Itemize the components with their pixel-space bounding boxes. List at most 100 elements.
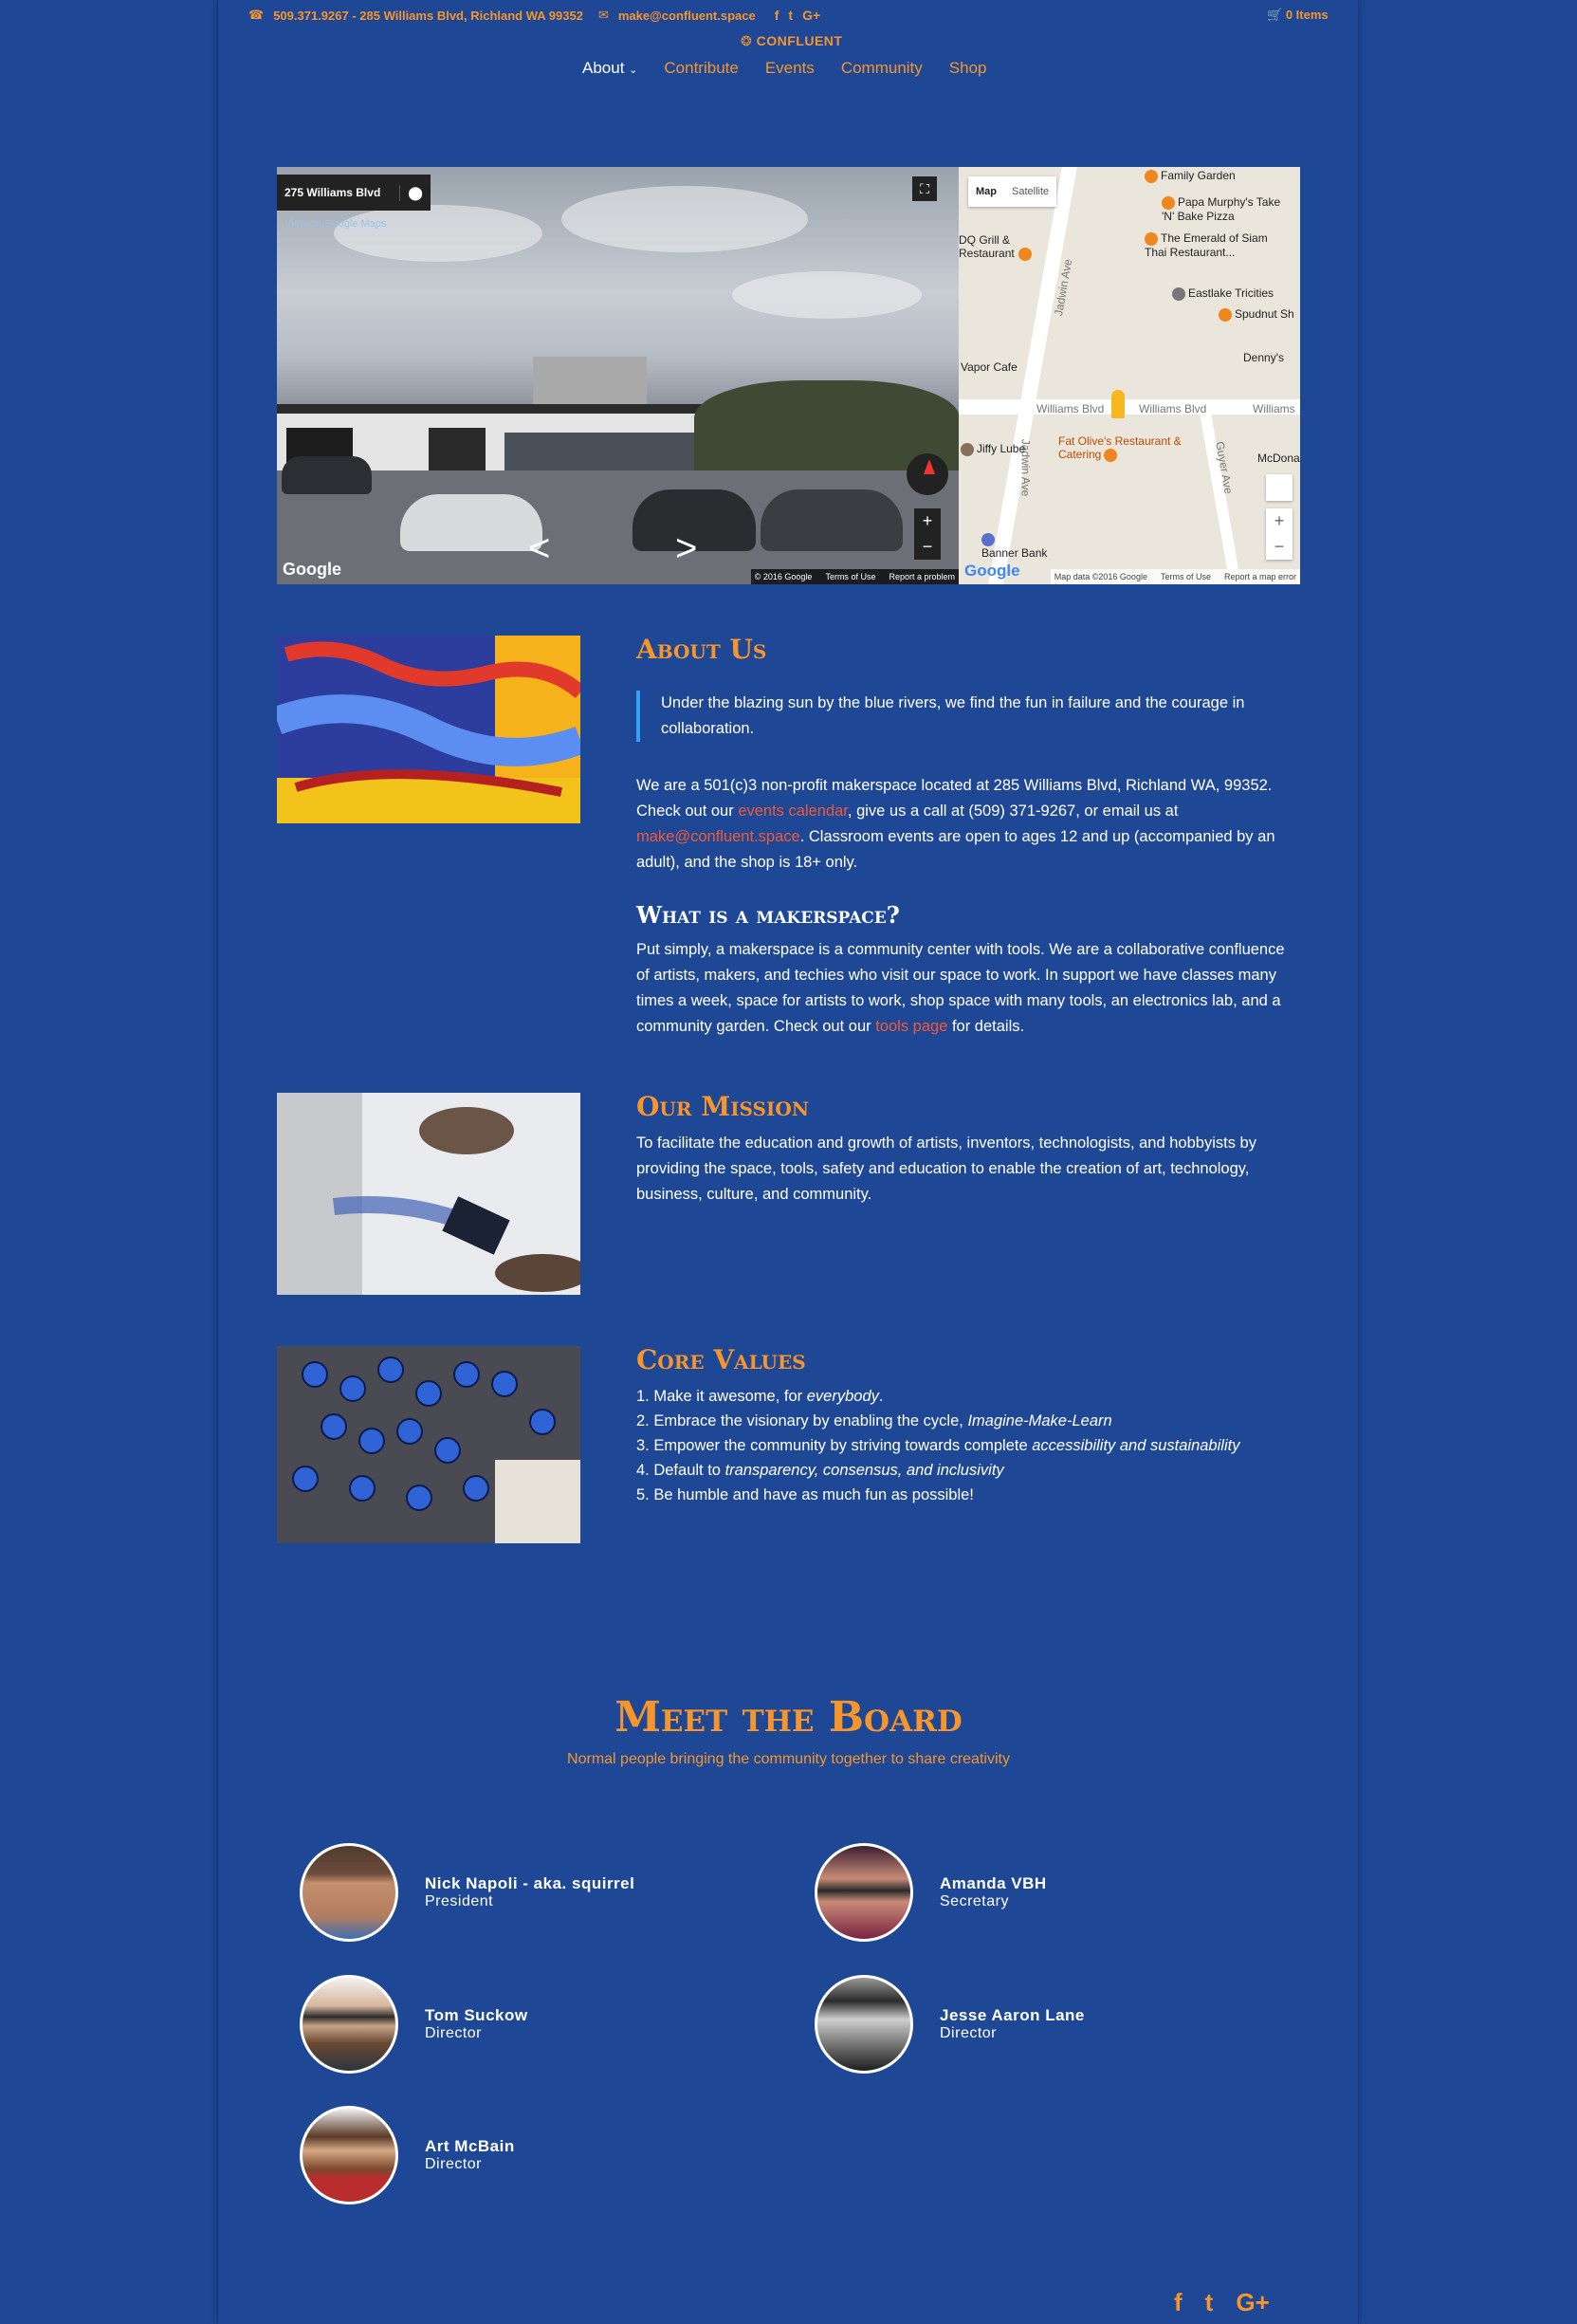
cloud [334, 205, 542, 262]
restaurant-pin-icon [1145, 231, 1158, 246]
twitter-icon[interactable]: t [1205, 2288, 1214, 2317]
map-poi[interactable]: Denny's [1243, 351, 1284, 364]
tools-page-link[interactable]: tools page [875, 1018, 947, 1035]
poi-label: Eastlake Tricities [1188, 286, 1274, 300]
email-link[interactable]: make@confluent.space [618, 9, 756, 23]
road [988, 167, 1077, 584]
twitter-icon[interactable]: t [788, 8, 793, 23]
mail-icon: ✉ [597, 8, 609, 22]
pan-right-arrow-icon[interactable]: > [675, 527, 697, 570]
street-label: Williams Blvd [1139, 402, 1207, 415]
avatar [300, 1843, 398, 1942]
google-logo: Google [283, 560, 341, 579]
nav-events[interactable]: Events [765, 59, 815, 78]
core-value-item: 3. Empower the community by striving tow… [636, 1433, 1300, 1458]
phone-icon: ☎ [248, 8, 265, 22]
value-text: 1. Make it awesome, for [636, 1388, 807, 1405]
board-member: Amanda VBH Secretary [815, 1843, 1047, 1942]
zoom-out-button[interactable]: − [914, 534, 941, 560]
dark-car [282, 456, 372, 494]
bank-pin-icon [981, 532, 995, 546]
map-zoom-out-button[interactable]: − [1266, 534, 1293, 560]
poi-label: Banner Bank [981, 545, 1048, 560]
pegman-icon[interactable] [1111, 390, 1125, 418]
map-poi[interactable]: Papa Murphy's Take 'N' Bake Pizza [1162, 195, 1294, 223]
map-tab[interactable]: Map [968, 176, 1004, 207]
google-plus-icon[interactable]: G+ [802, 8, 820, 23]
board-member: Art McBain Director [300, 2106, 515, 2204]
board-title: Meet the Board [614, 1693, 963, 1742]
cloud [732, 271, 922, 319]
road [959, 399, 1300, 415]
cart-link[interactable]: 🛒 0 Items [1267, 8, 1329, 23]
member-role: Director [940, 2025, 998, 2041]
map-terms-link[interactable]: Terms of Use [1161, 572, 1211, 581]
windows [504, 433, 713, 470]
map-poi[interactable]: Spudnut Sh [1219, 307, 1294, 322]
value-emphasis: transparency, consensus, and inclusivity [724, 1462, 1004, 1479]
member-role: Secretary [940, 1893, 1009, 1909]
map-poi[interactable]: Fat Olive's Restaurant & Catering [1058, 434, 1201, 462]
pan-left-arrow-icon[interactable]: < [528, 527, 550, 570]
compass-icon[interactable] [907, 453, 948, 495]
satellite-tab[interactable]: Satellite [1004, 176, 1056, 207]
map-poi[interactable]: Family Garden [1145, 169, 1236, 183]
avatar [815, 1975, 913, 2074]
value-text: 4. Default to [636, 1462, 725, 1479]
street-view-panel[interactable]: 275 Williams Blvd ⬤ View on Google Maps … [277, 167, 959, 584]
nav-contribute[interactable]: Contribute [664, 59, 738, 78]
cart-count: 0 Items [1285, 8, 1329, 22]
facebook-icon[interactable]: f [1174, 2288, 1183, 2317]
streetview-report-link[interactable]: Report a problem [889, 572, 955, 581]
map-poi[interactable]: Vapor Cafe [961, 360, 1018, 374]
value-emphasis: accessibility and sustainability [1032, 1437, 1240, 1454]
nav-community[interactable]: Community [841, 59, 923, 78]
value-text: . [878, 1388, 884, 1405]
restaurant-pin-icon [1145, 169, 1158, 183]
makerspace-paragraph: Put simply, a makerspace is a community … [636, 937, 1300, 1040]
core-values-list: 1. Make it awesome, for everybody. 2. Em… [636, 1384, 1300, 1507]
location-pin-icon[interactable]: ⬤ [399, 184, 431, 201]
board-member: Jesse Aaron Lane Director [815, 1975, 1085, 2074]
restaurant-pin-icon [1104, 448, 1118, 462]
google-plus-icon[interactable]: G+ [1236, 2288, 1269, 2317]
service-pin-icon [961, 442, 974, 456]
member-name: Tom Suckow [425, 2006, 528, 2024]
restaurant-pin-icon [1018, 247, 1032, 261]
events-calendar-link[interactable]: events calendar [738, 802, 848, 820]
poi-label: Family Garden [1161, 169, 1236, 182]
about-quote: Under the blazing sun by the blue rivers… [636, 691, 1325, 742]
map-poi[interactable]: McDona [1257, 452, 1300, 465]
compass-needle [924, 459, 935, 474]
nav-about[interactable]: About ⌄ [582, 59, 637, 78]
zoom-in-button[interactable]: + [914, 508, 941, 534]
value-text: 3. Empower the community by striving tow… [636, 1437, 1033, 1454]
pegman-control[interactable] [1266, 474, 1293, 501]
member-role: Director [425, 2025, 483, 2041]
value-emphasis: everybody [806, 1388, 879, 1405]
avatar [300, 2106, 398, 2204]
view-on-google-maps-link[interactable]: View on Google Maps [284, 218, 386, 230]
email-link-inline[interactable]: make@confluent.space [636, 828, 800, 845]
map-report-link[interactable]: Report a map error [1224, 572, 1296, 581]
nav-shop[interactable]: Shop [949, 59, 987, 78]
map-poi[interactable]: Jiffy Lube [961, 442, 1025, 456]
streetview-terms-link[interactable]: Terms of Use [825, 572, 875, 581]
chevron-down-icon: ⌄ [629, 65, 638, 76]
facebook-icon[interactable]: f [775, 8, 779, 23]
board-member: Nick Napoli - aka. squirrel President [300, 1843, 634, 1942]
site-logo[interactable]: ❂ CONFLUENT [741, 33, 842, 49]
keychains-image [277, 1346, 580, 1543]
map-poi[interactable]: DQ Grill & Restaurant [959, 233, 1035, 261]
member-role: Director [425, 2156, 483, 2172]
map-panel[interactable]: Map Satellite Family Garden Papa Murphy'… [959, 167, 1300, 584]
map-poi[interactable]: The Emerald of Siam Thai Restaurant... [1145, 231, 1277, 259]
map-poi[interactable]: Eastlake Tricities [1172, 286, 1274, 301]
core-value-item: 2. Embrace the visionary by enabling the… [636, 1409, 1300, 1433]
logo-mark-icon: ❂ [741, 33, 753, 48]
footer-social: f t G+ [1174, 2288, 1293, 2317]
map-zoom-in-button[interactable]: + [1266, 508, 1293, 534]
map-poi[interactable]: Banner Bank [981, 532, 1047, 560]
fullscreen-icon[interactable]: ⛶ [912, 176, 937, 201]
core-value-item: 5. Be humble and have as much fun as pos… [636, 1483, 1300, 1507]
